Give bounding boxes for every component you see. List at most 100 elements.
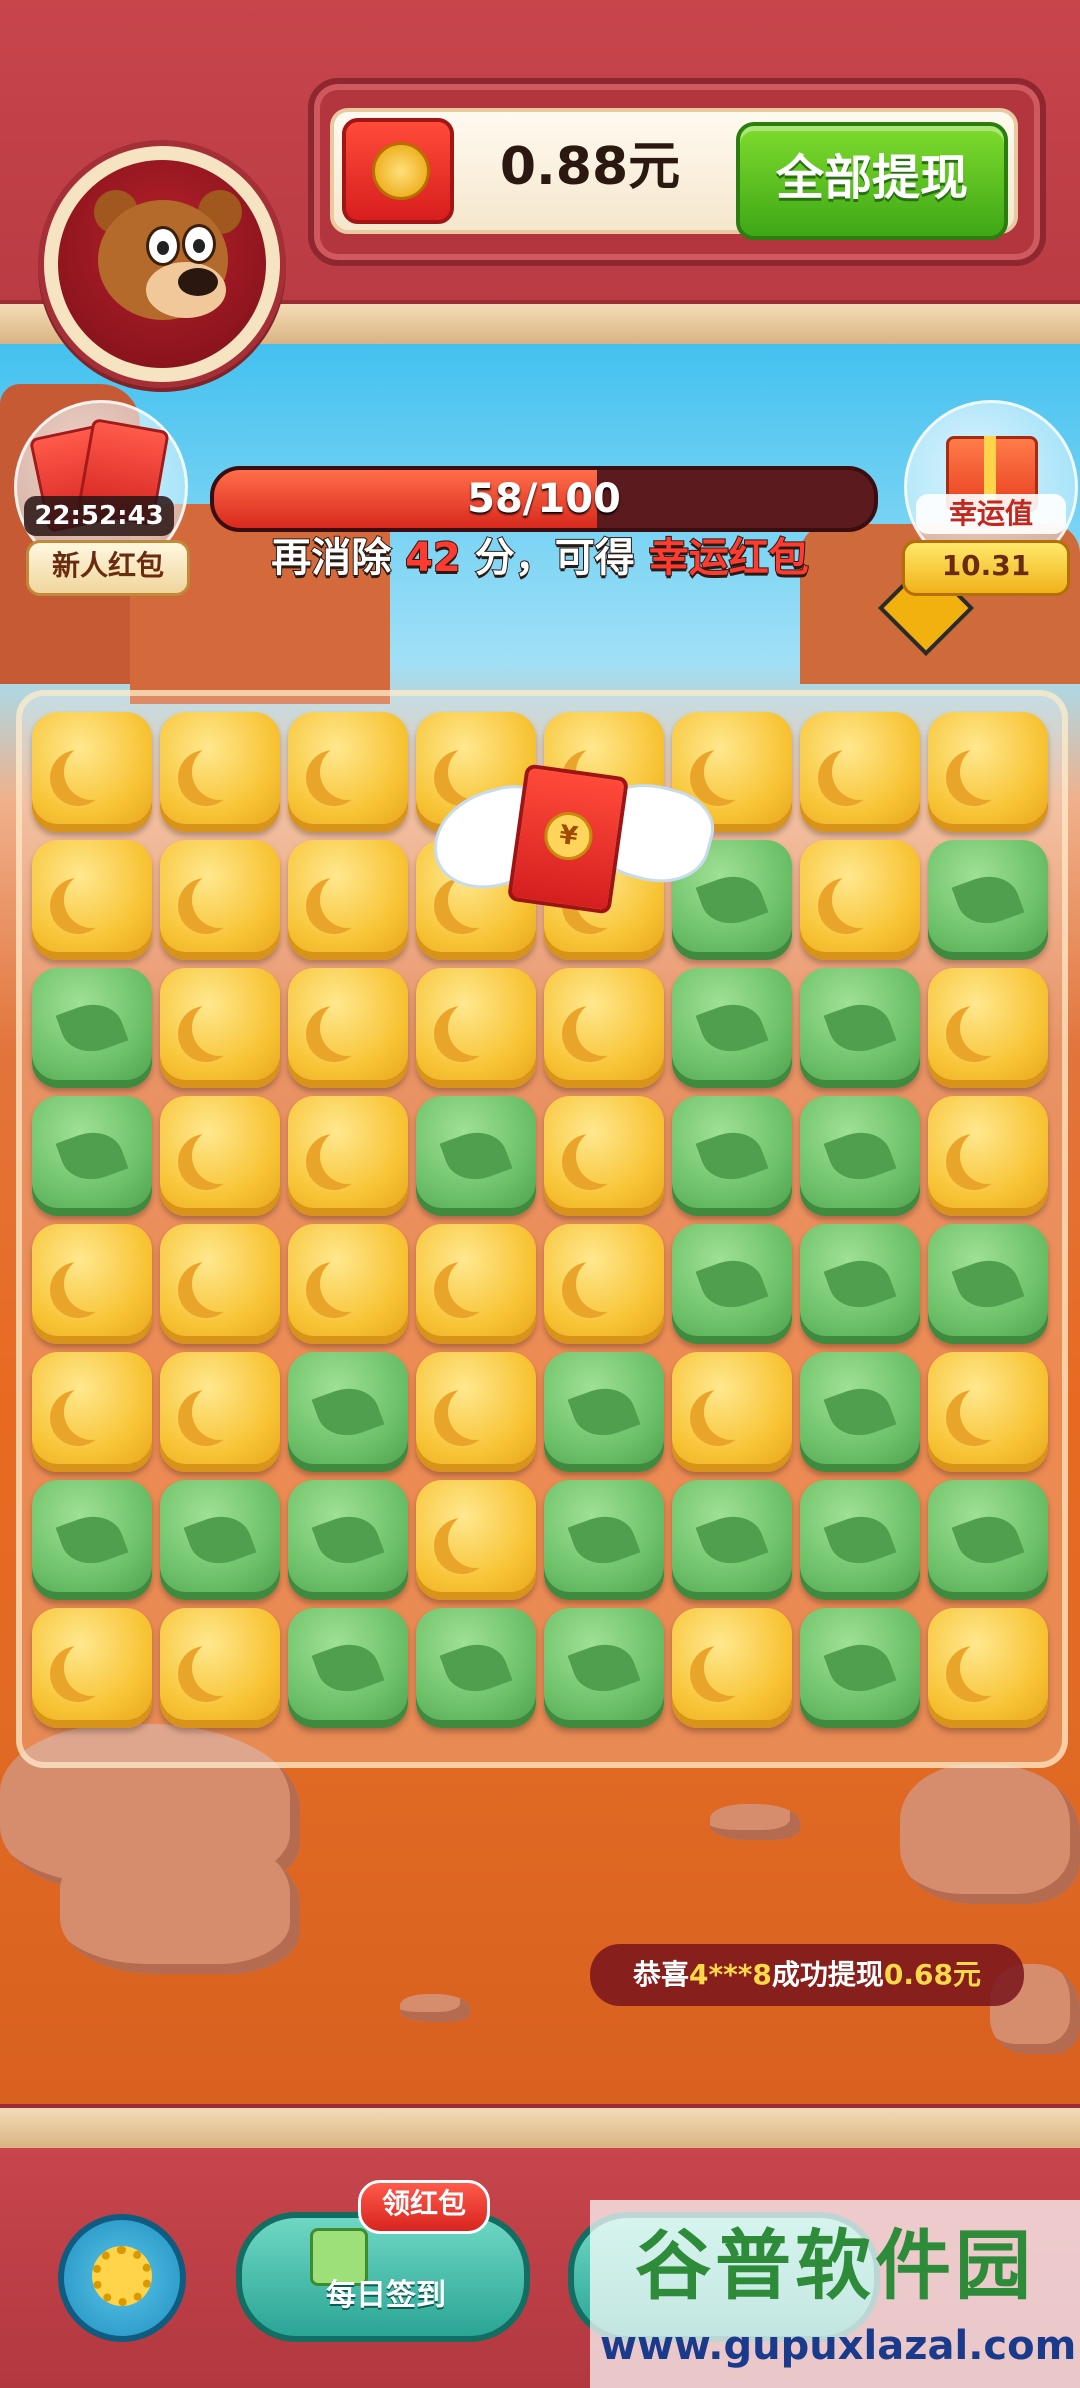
moon-tile[interactable] (160, 840, 280, 960)
moon-tile[interactable] (928, 1096, 1048, 1216)
moon-tile[interactable] (416, 968, 536, 1088)
bear-eye (146, 226, 180, 266)
moon-tile[interactable] (32, 1608, 152, 1728)
leaf-tile[interactable] (672, 968, 792, 1088)
leaf-tile[interactable] (800, 1480, 920, 1600)
moon-tile[interactable] (32, 840, 152, 960)
leaf-icon (695, 1123, 769, 1189)
leaf-icon (311, 1507, 385, 1573)
moon-icon (704, 1384, 760, 1440)
moon-icon (704, 1640, 760, 1696)
moon-tile[interactable] (928, 1608, 1048, 1728)
leaf-tile[interactable] (416, 1096, 536, 1216)
moon-tile[interactable] (288, 1096, 408, 1216)
leaf-tile[interactable] (288, 1352, 408, 1472)
moon-tile[interactable] (928, 712, 1048, 832)
moon-icon (320, 744, 376, 800)
moon-icon (832, 872, 888, 928)
moon-tile[interactable] (160, 712, 280, 832)
leaf-icon (695, 995, 769, 1061)
leaf-tile[interactable] (544, 1352, 664, 1472)
leaf-tile[interactable] (288, 1480, 408, 1600)
moon-icon (64, 744, 120, 800)
leaf-tile[interactable] (928, 1224, 1048, 1344)
moon-tile[interactable] (544, 968, 664, 1088)
leaf-tile[interactable] (800, 1224, 920, 1344)
ticker-prefix: 恭喜 (632, 1958, 689, 1991)
moon-icon (960, 1384, 1016, 1440)
leaf-tile[interactable] (928, 1480, 1048, 1600)
moon-tile[interactable] (928, 1352, 1048, 1472)
leaf-tile[interactable] (288, 1608, 408, 1728)
moon-tile[interactable] (32, 1224, 152, 1344)
leaf-tile[interactable] (32, 1096, 152, 1216)
moon-icon (192, 1256, 248, 1312)
hint-middle: 分，可得 (474, 534, 636, 582)
leaf-tile[interactable] (544, 1608, 664, 1728)
moon-tile[interactable] (800, 840, 920, 960)
leaf-tile[interactable] (800, 1352, 920, 1472)
watermark-url: www.gupuxlazal.com (600, 2323, 1077, 2369)
moon-icon (320, 1256, 376, 1312)
leaf-icon (567, 1635, 641, 1701)
moon-tile[interactable] (416, 1352, 536, 1472)
leaf-tile[interactable] (928, 840, 1048, 960)
moon-tile[interactable] (672, 1608, 792, 1728)
moon-tile[interactable] (544, 1096, 664, 1216)
leaf-icon (695, 867, 769, 933)
moon-icon (320, 1000, 376, 1056)
leaf-tile[interactable] (800, 1608, 920, 1728)
moon-tile[interactable] (672, 1352, 792, 1472)
moon-icon (192, 1000, 248, 1056)
moon-icon (704, 744, 760, 800)
moon-tile[interactable] (160, 1224, 280, 1344)
leaf-icon (823, 1123, 897, 1189)
moon-icon (64, 872, 120, 928)
watermark-title: 谷普软件园 (635, 2221, 1035, 2310)
moon-tile[interactable] (160, 968, 280, 1088)
leaf-tile[interactable] (800, 1096, 920, 1216)
leaf-tile[interactable] (672, 1480, 792, 1600)
leaf-tile[interactable] (416, 1608, 536, 1728)
rock-small (710, 1804, 800, 1840)
moon-tile[interactable] (544, 1224, 664, 1344)
moon-icon (960, 1640, 1016, 1696)
leaf-tile[interactable] (160, 1480, 280, 1600)
leaf-icon (311, 1635, 385, 1701)
leaf-icon (823, 1251, 897, 1317)
moon-tile[interactable] (416, 1480, 536, 1600)
moon-tile[interactable] (160, 1608, 280, 1728)
leaf-icon (439, 1635, 513, 1701)
moon-tile[interactable] (928, 968, 1048, 1088)
withdraw-all-button[interactable]: 全部提现 (736, 122, 1008, 240)
moon-tile[interactable] (160, 1096, 280, 1216)
leaf-tile[interactable] (544, 1480, 664, 1600)
coin-icon (372, 142, 430, 200)
moon-icon (192, 1128, 248, 1184)
moon-tile[interactable] (288, 1224, 408, 1344)
moon-tile[interactable] (160, 1352, 280, 1472)
moon-tile[interactable] (288, 712, 408, 832)
leaf-tile[interactable] (800, 968, 920, 1088)
moon-tile[interactable] (32, 712, 152, 832)
leaf-tile[interactable] (672, 1096, 792, 1216)
leaf-tile[interactable] (32, 968, 152, 1088)
moon-tile[interactable] (800, 712, 920, 832)
moon-icon (448, 1000, 504, 1056)
moon-tile[interactable] (288, 968, 408, 1088)
leaf-icon (183, 1507, 257, 1573)
flying-red-envelope[interactable]: ¥ (506, 763, 630, 915)
daily-signin-label: 每日签到 (326, 2278, 446, 2313)
settings-button[interactable] (58, 2214, 186, 2342)
leaf-tile[interactable] (672, 1224, 792, 1344)
moon-tile[interactable] (32, 1352, 152, 1472)
moon-tile[interactable] (416, 1224, 536, 1344)
moon-icon (448, 1384, 504, 1440)
bear-avatar[interactable] (58, 160, 266, 368)
moon-icon (576, 1256, 632, 1312)
moon-icon (448, 1512, 504, 1568)
leaf-icon (55, 1507, 129, 1573)
lucky-value-title: 幸运值 (916, 494, 1066, 534)
moon-tile[interactable] (288, 840, 408, 960)
leaf-tile[interactable] (32, 1480, 152, 1600)
